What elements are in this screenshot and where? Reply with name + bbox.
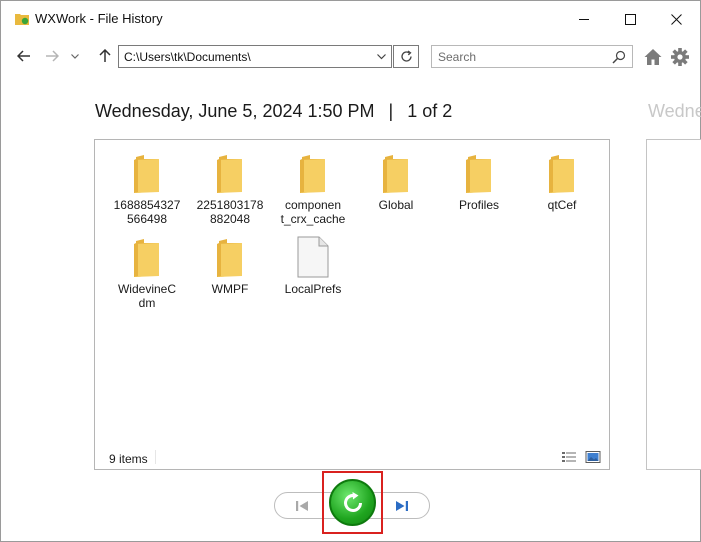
backup-heading: Wednesday, June 5, 2024 1:50 PM | 1 of 2 (95, 101, 452, 122)
folder-item[interactable]: 1688854327 566498 (105, 152, 189, 226)
details-view-icon[interactable] (561, 450, 577, 464)
folder-icon (354, 152, 438, 194)
file-history-window: WXWork - File History C:\Users\tk\Docume… (0, 0, 701, 542)
status-divider (155, 450, 156, 464)
folder-item[interactable]: WidevineC dm (105, 236, 189, 310)
large-icons-view-icon[interactable] (585, 450, 601, 464)
backup-date: Wednesday, June 5, 2024 1:50 PM (95, 101, 375, 121)
folder-item[interactable]: 2251803178 882048 (188, 152, 272, 226)
folder-item[interactable]: qtCef (520, 152, 604, 212)
item-label: Global (378, 198, 414, 212)
item-label: WMPF (211, 282, 249, 296)
version-page-indicator: 1 of 2 (407, 101, 453, 121)
file-history-app-icon (15, 14, 29, 25)
file-list-panel: 1688854327 566498 2251803178 882048 compon… (94, 139, 610, 470)
chevron-down-icon (376, 53, 386, 59)
next-version-button[interactable] (391, 495, 413, 517)
arrow-right-icon (46, 50, 59, 62)
restore-button[interactable] (329, 479, 376, 526)
item-label: componen t_crx_cache (280, 198, 346, 226)
folder-item[interactable]: componen t_crx_cache (271, 152, 355, 226)
item-label: 2251803178 882048 (196, 198, 264, 226)
refresh-icon (400, 50, 412, 62)
maximize-button[interactable] (607, 1, 653, 37)
toolbar: C:\Users\tk\Documents\ Search (1, 41, 700, 73)
heading-separator: | (388, 101, 394, 121)
arrow-up-icon (99, 49, 111, 62)
close-button[interactable] (653, 1, 699, 37)
search-icon (612, 50, 626, 64)
folder-icon (105, 152, 189, 194)
home-icon[interactable] (643, 47, 663, 67)
maximize-icon (624, 13, 636, 25)
address-dropdown-button[interactable] (371, 46, 391, 67)
folder-icon (520, 152, 604, 194)
close-icon (670, 13, 682, 25)
window-title: WXWork - File History (35, 11, 163, 26)
title-bar: WXWork - File History (1, 1, 700, 37)
address-bar[interactable]: C:\Users\tk\Documents\ (118, 45, 392, 68)
minimize-icon (578, 18, 589, 20)
gear-icon[interactable] (670, 47, 690, 67)
up-button[interactable] (94, 45, 116, 67)
back-button[interactable] (13, 45, 35, 67)
item-label: qtCef (547, 198, 577, 212)
file-item[interactable]: LocalPrefs (271, 236, 355, 296)
chevron-down-icon (71, 53, 79, 59)
item-count: 9 items (109, 452, 148, 466)
previous-version-button[interactable] (291, 495, 313, 517)
item-label: 1688854327 566498 (113, 198, 181, 226)
folder-item[interactable]: Global (354, 152, 438, 212)
address-path: C:\Users\tk\Documents\ (124, 50, 251, 64)
item-label: LocalPrefs (284, 282, 342, 296)
folder-icon (188, 236, 272, 278)
search-box[interactable]: Search (431, 45, 633, 68)
item-label: Profiles (458, 198, 499, 212)
recent-locations-button[interactable] (67, 45, 83, 67)
file-icon (271, 236, 355, 278)
folder-icon (105, 236, 189, 278)
previous-version-icon (296, 501, 308, 511)
folder-item[interactable]: Profiles (437, 152, 521, 212)
minimize-button[interactable] (561, 1, 607, 37)
next-version-icon (396, 501, 408, 511)
folder-icon (188, 152, 272, 194)
folder-icon (271, 152, 355, 194)
refresh-button[interactable] (393, 45, 419, 68)
folder-icon (437, 152, 521, 194)
folder-item[interactable]: WMPF (188, 236, 272, 296)
next-version-heading-preview: Wedne (648, 101, 701, 121)
restore-icon (343, 491, 362, 512)
arrow-left-icon (17, 50, 30, 62)
next-version-panel-preview (646, 139, 701, 470)
forward-button[interactable] (41, 45, 63, 67)
search-input[interactable]: Search (438, 50, 476, 64)
item-label: WidevineC dm (117, 282, 177, 310)
